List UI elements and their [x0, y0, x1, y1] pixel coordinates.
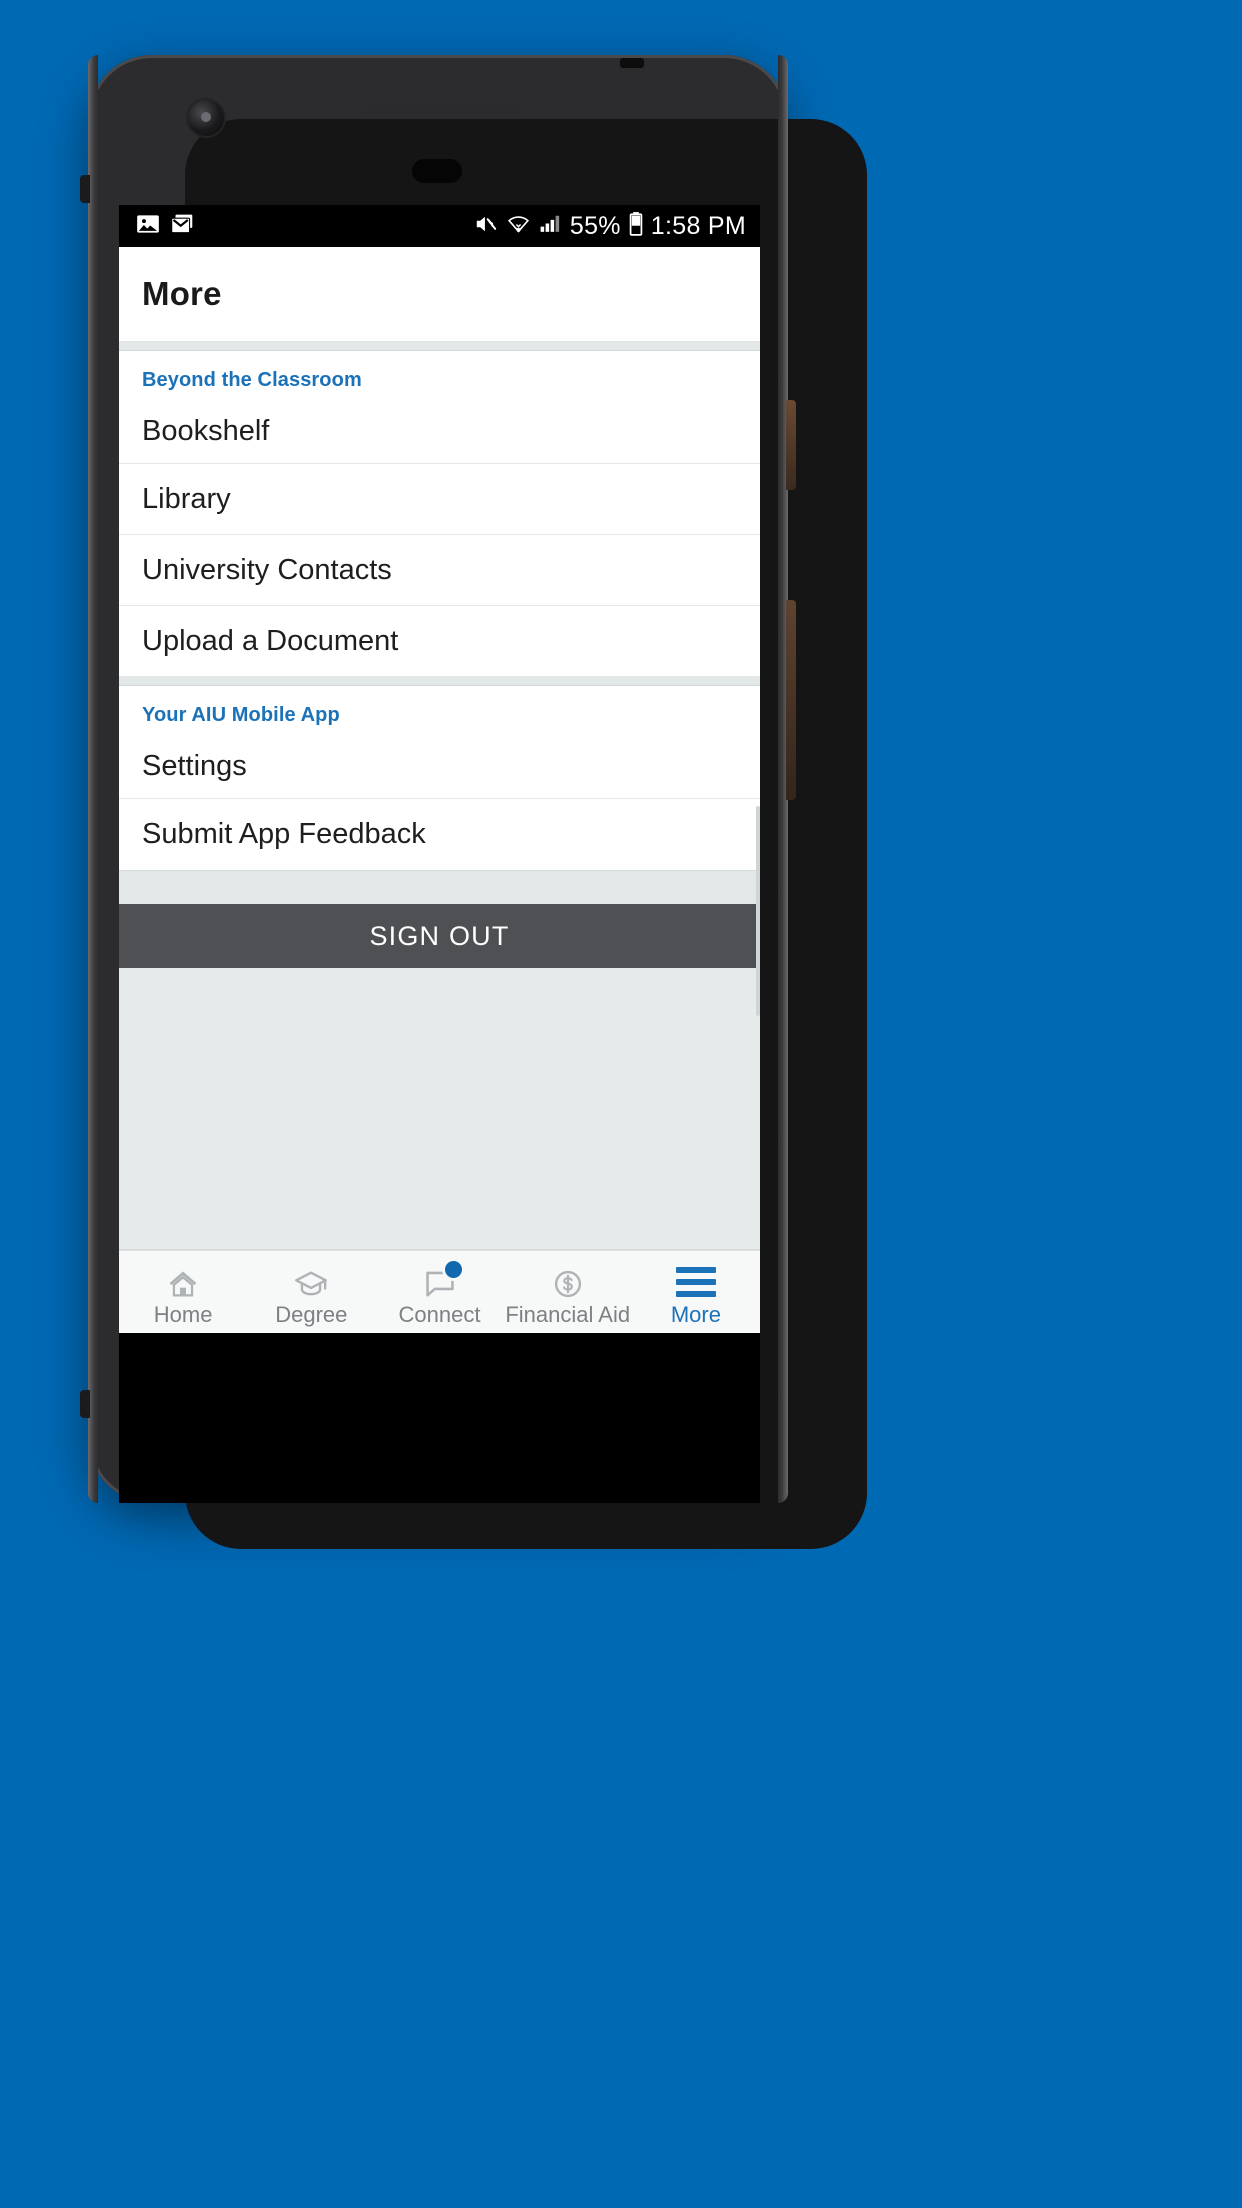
section-your-aiu-mobile-app: Your AIU Mobile App Settings Submit App …: [119, 686, 760, 870]
section-divider-middle: [119, 677, 760, 686]
section-divider-top: [119, 342, 760, 351]
sign-out-label: SIGN OUT: [369, 920, 510, 951]
hamburger-menu-icon: [675, 1263, 716, 1301]
section-divider-bottom: [119, 870, 760, 904]
email-icon: [169, 211, 195, 242]
tab-more[interactable]: More: [632, 1251, 760, 1333]
front-camera-icon: [188, 100, 224, 136]
list-item-label: University Contacts: [142, 553, 392, 586]
section-beyond-the-classroom: Beyond the Classroom Bookshelf Library U…: [119, 351, 760, 1016]
graduation-cap-icon: [291, 1263, 331, 1301]
top-antenna-nub: [620, 58, 644, 68]
earpiece-speaker: [367, 105, 519, 119]
left-antenna-band-top: [80, 175, 90, 203]
battery-percent-label: 55%: [569, 211, 621, 240]
list-item-label: Library: [142, 482, 231, 515]
app-bar: More: [119, 247, 760, 342]
phone-screen: 55% 1:58 PM More Beyond the Classroom Bo…: [119, 205, 760, 1333]
list-item-university-contacts[interactable]: University Contacts: [119, 535, 760, 606]
tab-degree[interactable]: Degree: [247, 1251, 375, 1333]
clock-label: 1:58 PM: [650, 211, 746, 240]
screenshot-root: 55% 1:58 PM More Beyond the Classroom Bo…: [0, 0, 1242, 2208]
sign-out-button[interactable]: SIGN OUT: [119, 904, 760, 968]
bottom-tab-bar: Home Degree Connect Financial Aid More: [119, 1250, 760, 1333]
tab-connect[interactable]: Connect: [375, 1251, 503, 1333]
notification-badge: [444, 1261, 462, 1278]
phone-navigation-area: [119, 1333, 760, 1503]
status-bar-system: 55% 1:58 PM: [473, 211, 746, 242]
power-button[interactable]: [786, 400, 796, 490]
volume-mute-icon: [473, 211, 499, 242]
tab-label: Home: [153, 1302, 213, 1327]
tab-label: Connect: [398, 1302, 481, 1327]
image-icon: [135, 211, 161, 242]
volume-button[interactable]: [786, 600, 796, 800]
list-item-label: Settings: [142, 750, 247, 782]
list-item-label: Upload a Document: [142, 624, 399, 657]
list-item-label: Submit App Feedback: [142, 818, 426, 850]
list-item-settings[interactable]: Settings: [119, 735, 760, 799]
left-antenna-band-bottom: [80, 1390, 90, 1418]
list-item-upload-a-document[interactable]: Upload a Document: [119, 606, 760, 677]
status-bar-notifications: [135, 211, 195, 242]
list-item-bookshelf[interactable]: Bookshelf: [119, 400, 760, 464]
wifi-icon: [506, 211, 531, 241]
tab-financial-aid[interactable]: Financial Aid: [504, 1251, 632, 1333]
empty-content-area: [119, 968, 760, 1250]
proximity-sensor: [412, 159, 462, 183]
list-item-label: Bookshelf: [142, 415, 270, 447]
battery-icon: [628, 211, 644, 242]
home-icon: [164, 1263, 202, 1301]
list-item-library[interactable]: Library: [119, 464, 760, 535]
tab-label: Financial Aid: [505, 1302, 631, 1327]
page-title: More: [142, 275, 222, 312]
section-header-beyond-the-classroom: Beyond the Classroom: [142, 369, 362, 391]
chat-bubble-icon: [421, 1261, 462, 1301]
cellular-signal-icon: [538, 211, 563, 241]
tab-home[interactable]: Home: [119, 1251, 247, 1333]
tab-label: More: [670, 1302, 721, 1327]
list-item-submit-app-feedback[interactable]: Submit App Feedback: [119, 799, 760, 870]
dollar-circle-icon: [549, 1263, 587, 1301]
scrollbar-thumb[interactable]: [756, 806, 760, 1016]
section-header-your-aiu-mobile-app: Your AIU Mobile App: [142, 704, 340, 726]
tab-label: Degree: [275, 1302, 348, 1327]
status-bar: 55% 1:58 PM: [119, 205, 760, 247]
